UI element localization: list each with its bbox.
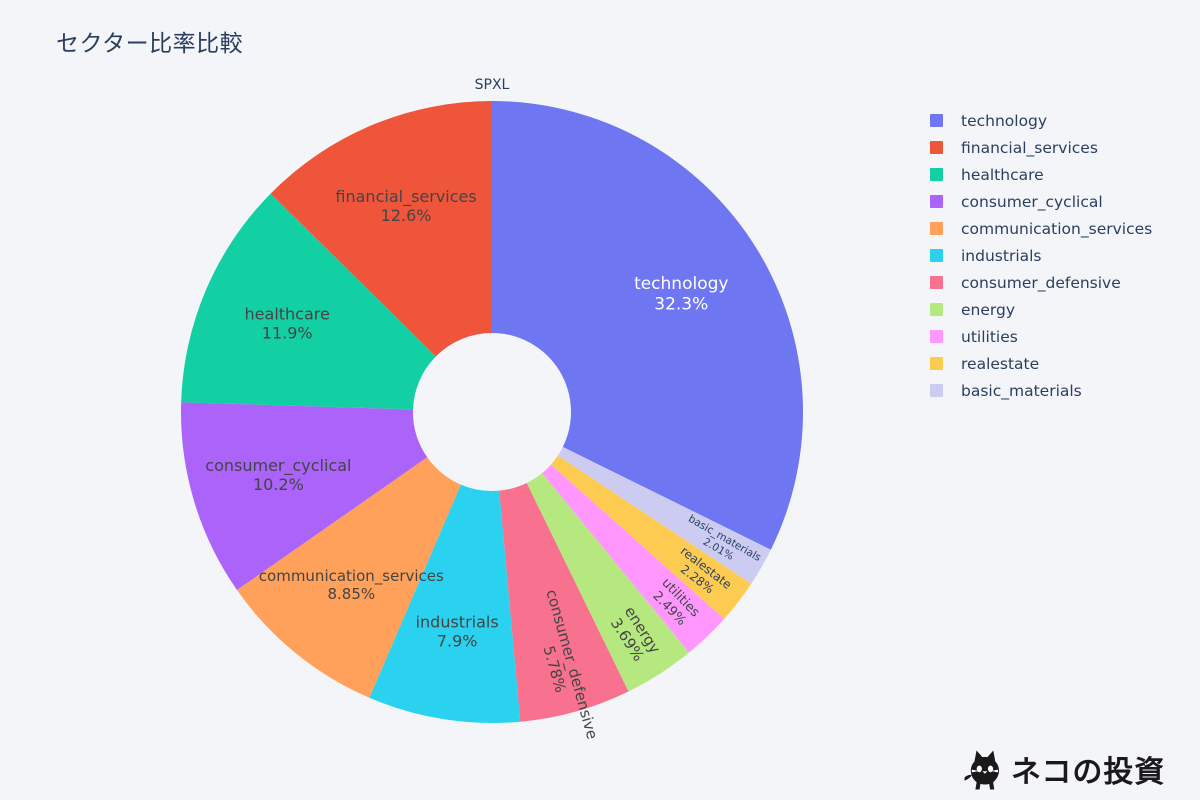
- legend-swatch-icon: [930, 303, 943, 316]
- legend-item-utilities[interactable]: utilities: [930, 323, 1192, 350]
- legend-item-label: basic_materials: [961, 381, 1082, 400]
- legend-item-label: industrials: [961, 246, 1042, 265]
- legend-item-label: communication_services: [961, 219, 1153, 238]
- legend-item-label: consumer_cyclical: [961, 192, 1103, 211]
- legend-swatch-icon: [930, 330, 943, 343]
- legend-item-financial-services[interactable]: financial_services: [930, 134, 1192, 161]
- watermark: ネコの投資: [963, 742, 1165, 792]
- legend-item-realestate[interactable]: realestate: [930, 350, 1192, 377]
- legend-item-label: energy: [961, 300, 1016, 319]
- legend-item-healthcare[interactable]: healthcare: [930, 161, 1192, 188]
- watermark-text: ネコの投資: [1011, 755, 1166, 790]
- legend-item-industrials[interactable]: industrials: [930, 242, 1192, 269]
- legend-swatch-icon: [930, 195, 943, 208]
- legend-item-label: healthcare: [961, 165, 1044, 184]
- legend[interactable]: technology financial_services healthcare co…: [930, 107, 1192, 404]
- chart-page: セクター比率比較 technology 32.3% basic_materials2…: [0, 0, 1200, 800]
- trace-title: SPXL: [475, 77, 510, 93]
- legend-swatch-icon: [930, 357, 943, 370]
- legend-swatch-icon: [930, 222, 943, 235]
- legend-swatch-icon: [930, 249, 943, 262]
- legend-swatch-icon: [930, 114, 943, 127]
- legend-swatch-icon: [930, 168, 943, 181]
- legend-item-technology[interactable]: technology: [930, 107, 1192, 134]
- cat-silhouette-icon: [964, 750, 999, 790]
- legend-item-consumer-defensive[interactable]: consumer_defensive: [930, 269, 1192, 296]
- legend-item-label: consumer_defensive: [961, 273, 1121, 292]
- legend-swatch-icon: [930, 384, 943, 397]
- legend-item-consumer-cyclical[interactable]: consumer_cyclical: [930, 188, 1192, 215]
- legend-item-energy[interactable]: energy: [930, 296, 1192, 323]
- legend-item-label: financial_services: [961, 138, 1098, 157]
- legend-item-label: realestate: [961, 354, 1040, 373]
- legend-item-label: technology: [961, 111, 1048, 130]
- legend-item-communication-services[interactable]: communication_services: [930, 215, 1192, 242]
- legend-item-label: utilities: [961, 327, 1018, 346]
- legend-item-basic-materials[interactable]: basic_materials: [930, 377, 1192, 404]
- legend-swatch-icon: [930, 141, 943, 154]
- legend-swatch-icon: [930, 276, 943, 289]
